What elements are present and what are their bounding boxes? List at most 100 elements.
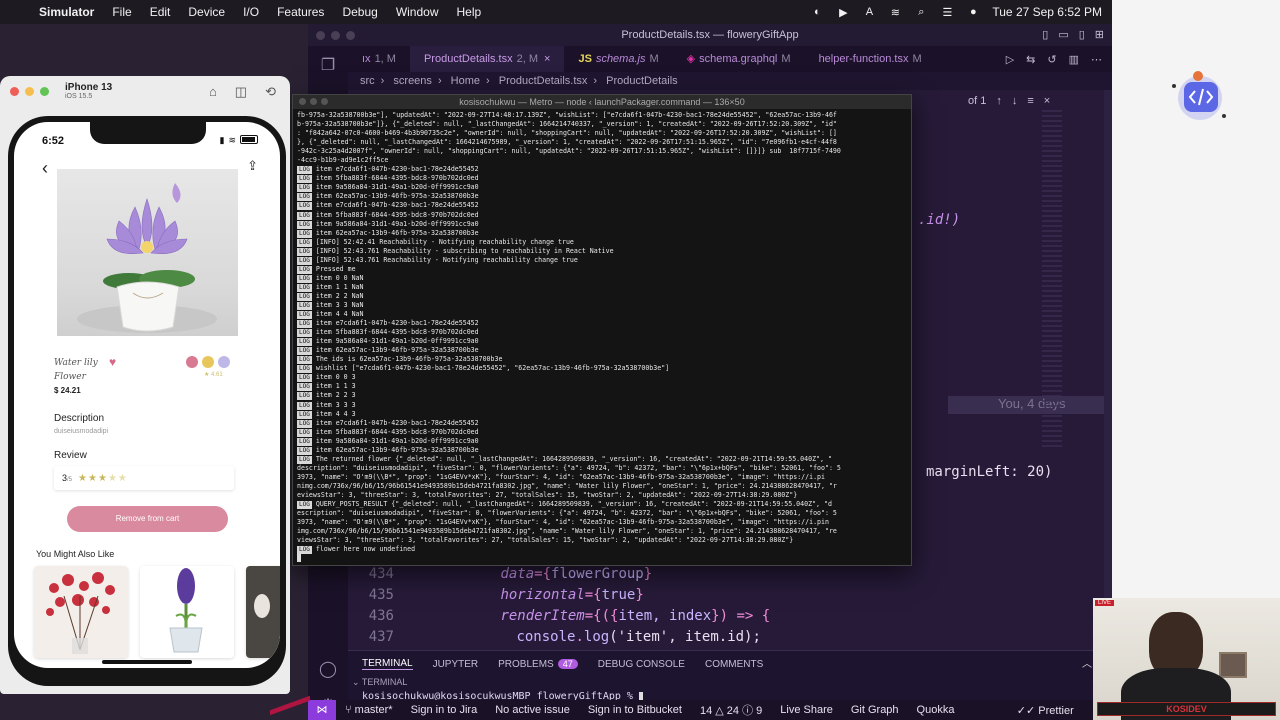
- menu-io[interactable]: I/O: [234, 5, 268, 19]
- menu-device[interactable]: Device: [179, 5, 234, 19]
- next-match-icon[interactable]: ↓: [1012, 95, 1018, 107]
- search-icon[interactable]: ⌕: [914, 5, 928, 19]
- metro-close-button[interactable]: [299, 98, 306, 105]
- customize-layout-icon[interactable]: ⊞: [1095, 24, 1104, 46]
- tab-terminal[interactable]: TERMINAL: [362, 658, 413, 670]
- more-actions-icon[interactable]: ⋯: [1091, 53, 1102, 66]
- metro-log-line: LOG item 62ea57ac-13b9-46fb-975a-32a53870…: [297, 346, 907, 356]
- toggle-sidebar-icon[interactable]: ▯: [1042, 24, 1048, 46]
- menu-debug[interactable]: Debug: [333, 5, 386, 19]
- status-git-graph[interactable]: Git Graph: [842, 704, 908, 716]
- git-branch[interactable]: ⑂ master*: [336, 704, 402, 716]
- wall-picture: [1219, 652, 1247, 678]
- menu-help[interactable]: Help: [448, 5, 491, 19]
- menu-clock[interactable]: Tue 27 Sep 6:52 PM: [992, 5, 1102, 19]
- sim-minimize-button[interactable]: [25, 86, 34, 96]
- creative-cloud-icon[interactable]: ◐: [810, 5, 824, 19]
- tab-product-details[interactable]: ProductDetails.tsx 2, M ×: [409, 46, 565, 72]
- description-text: duiseiusmodadipi: [54, 428, 109, 435]
- close-tab-icon[interactable]: ×: [544, 53, 550, 65]
- remote-indicator-icon[interactable]: ⋈: [308, 700, 336, 720]
- rotate-icon[interactable]: ⟲: [265, 84, 276, 100]
- metro-log-line: 3973, "name": "O'm9(\\B*", "prop": "1sG4…: [297, 473, 907, 482]
- siri-icon[interactable]: ●: [966, 5, 980, 19]
- tab-comments[interactable]: COMMENTS: [705, 659, 763, 670]
- status-bitbucket[interactable]: Sign in to Bitbucket: [579, 704, 691, 716]
- app-menu-simulator[interactable]: Simulator: [30, 5, 103, 19]
- play-icon[interactable]: ▶: [836, 5, 850, 19]
- editor-scrollbar[interactable]: [1104, 90, 1112, 630]
- tab-helper-function[interactable]: helper-function.tsx M: [805, 46, 936, 72]
- metro-minimize-button[interactable]: [310, 98, 317, 105]
- close-window-button[interactable]: [316, 31, 325, 40]
- tab-schema-graphql[interactable]: ◈ schema.graphql M: [673, 46, 805, 72]
- status-quokka[interactable]: Quokka: [908, 704, 964, 716]
- status-problems[interactable]: 14 △ 24 ⓘ 9: [691, 702, 771, 718]
- wifi-icon[interactable]: ≋: [888, 5, 902, 19]
- minimap[interactable]: [1042, 110, 1062, 450]
- menu-file[interactable]: File: [103, 5, 140, 19]
- recommendation-card[interactable]: [140, 566, 234, 658]
- log-text: }, {"_deleted": null, "_lastChangedAt": …: [297, 138, 837, 147]
- menu-edit[interactable]: Edit: [141, 5, 180, 19]
- chevron-up-icon[interactable]: ︿: [1082, 655, 1092, 670]
- run-icon[interactable]: ▷: [1006, 53, 1014, 66]
- log-text: item 9a586a84-31d1-49a1-b20d-0ff9991cc9a…: [315, 337, 479, 346]
- toggle-panel-icon[interactable]: ▭: [1058, 24, 1068, 46]
- tab-index[interactable]: ıx 1, M: [348, 46, 410, 72]
- metro-log-line: LOG item e7cda6f1-047b-4230-bac1-78e24de5…: [297, 319, 907, 329]
- tab-schema-js[interactable]: JS schema.js M: [564, 46, 672, 72]
- sim-zoom-button[interactable]: [40, 86, 49, 96]
- tab-problems[interactable]: PROBLEMS 47: [498, 658, 578, 670]
- metro-log-output[interactable]: fb-975a-32a538700b3e"], "updatedAt": "20…: [293, 109, 911, 565]
- sim-close-button[interactable]: [10, 86, 19, 96]
- breadcrumb-file[interactable]: ProductDetails.tsx: [499, 75, 588, 87]
- recommendation-card[interactable]: [246, 566, 280, 658]
- history-icon[interactable]: ↺: [1047, 53, 1056, 66]
- minimize-window-button[interactable]: [331, 31, 340, 40]
- tab-jupyter[interactable]: JUPYTER: [433, 659, 479, 670]
- toggle-secondary-icon[interactable]: ▯: [1079, 24, 1085, 46]
- metro-log-line: LOG item 62ea57ac-13b9-46fb-975a-32a53870…: [297, 229, 907, 238]
- status-jira[interactable]: Sign in to Jira: [402, 704, 487, 716]
- find-in-selection-icon[interactable]: ≡: [1027, 95, 1033, 107]
- menu-features[interactable]: Features: [268, 5, 333, 19]
- breadcrumb-src[interactable]: src: [360, 75, 375, 87]
- explorer-icon[interactable]: ❐: [308, 46, 348, 84]
- metro-log-line: LOG item 4 4 3: [297, 410, 907, 419]
- metro-log-line: LOG item e7cda6f1-047b-4230-bac1-78e24de5…: [297, 201, 907, 211]
- favorite-heart-icon[interactable]: ♥: [109, 355, 116, 369]
- status-live-share[interactable]: Live Share: [771, 704, 842, 716]
- breadcrumb-home[interactable]: Home: [451, 75, 480, 87]
- menu-window[interactable]: Window: [387, 5, 448, 19]
- translate-icon[interactable]: A: [862, 5, 876, 19]
- accounts-icon[interactable]: ◯: [308, 650, 348, 688]
- metro-zoom-button[interactable]: [321, 98, 328, 105]
- close-find-icon[interactable]: ×: [1044, 95, 1050, 107]
- color-swatch-lavender[interactable]: [218, 356, 230, 368]
- share-icon[interactable]: ⇪: [247, 158, 258, 174]
- tab-modified: M: [649, 53, 659, 65]
- log-level-badge: LOG: [297, 347, 312, 356]
- remove-from-cart-button[interactable]: Remove from cart: [67, 506, 228, 532]
- zoom-window-button[interactable]: [346, 31, 355, 40]
- home-indicator[interactable]: [102, 660, 192, 664]
- code-token: true: [601, 587, 636, 603]
- metro-log-line: LOG item 9a586a84-31d1-49a1-b20d-0ff9991c…: [297, 220, 907, 229]
- previous-match-icon[interactable]: ↑: [996, 95, 1002, 107]
- screenshot-icon[interactable]: ◫: [235, 84, 247, 100]
- status-prettier[interactable]: ✓✓ Prettier: [1008, 704, 1083, 717]
- tab-debug-console[interactable]: DEBUG CONSOLE: [598, 659, 685, 670]
- breadcrumb-symbol[interactable]: ProductDetails: [606, 75, 678, 87]
- split-editor-icon[interactable]: ▥: [1069, 53, 1079, 66]
- color-swatch-pink[interactable]: [186, 356, 198, 368]
- chevron-right-icon: ›: [380, 75, 385, 87]
- breadcrumb-screens[interactable]: screens: [393, 75, 432, 87]
- back-chevron-icon[interactable]: ‹: [42, 158, 48, 179]
- control-center-icon[interactable]: ☰: [940, 5, 954, 19]
- status-issue[interactable]: No active issue: [486, 704, 579, 716]
- compare-icon[interactable]: ⇆: [1026, 53, 1035, 66]
- color-swatch-yellow[interactable]: [202, 356, 214, 368]
- home-icon[interactable]: ⌂: [209, 84, 217, 100]
- recommendation-card[interactable]: [34, 566, 128, 658]
